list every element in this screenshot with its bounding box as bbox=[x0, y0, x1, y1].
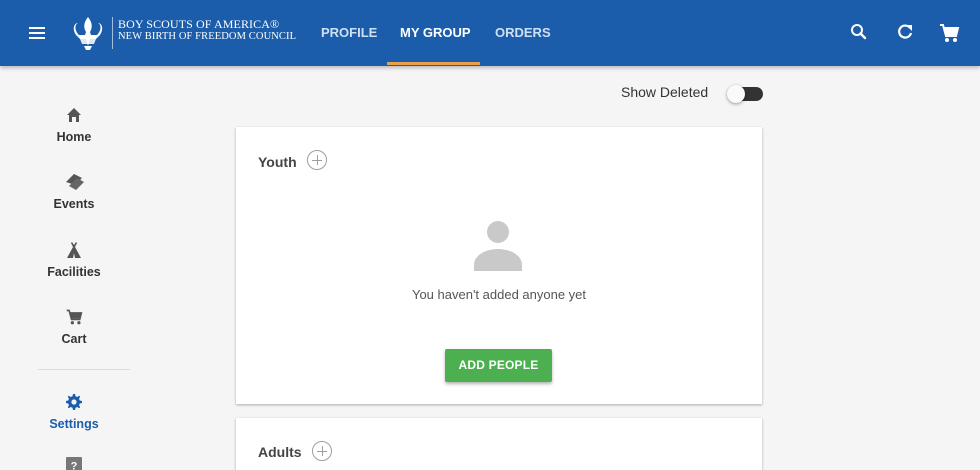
add-people-button[interactable]: ADD PEOPLE bbox=[445, 349, 552, 382]
sidebar-divider bbox=[38, 369, 130, 370]
sidebar-item-help[interactable]: ? bbox=[18, 454, 130, 470]
side-navigation: Home Events Facilities Cart Settings ? bbox=[18, 66, 130, 470]
gear-icon bbox=[18, 391, 130, 413]
sidebar-item-settings[interactable]: Settings bbox=[18, 391, 130, 431]
bsa-fleur-de-lis-logo[interactable] bbox=[68, 13, 108, 53]
tab-orders[interactable]: ORDERS bbox=[495, 0, 551, 66]
home-icon bbox=[18, 104, 130, 126]
help-icon: ? bbox=[18, 454, 130, 470]
sidebar-item-facilities[interactable]: Facilities bbox=[18, 239, 130, 279]
empty-state-text: You haven't added anyone yet bbox=[411, 287, 587, 302]
add-youth-icon[interactable] bbox=[307, 150, 327, 170]
cart-icon[interactable] bbox=[938, 22, 960, 44]
menu-icon[interactable] bbox=[27, 23, 47, 43]
sidebar-item-home[interactable]: Home bbox=[18, 104, 130, 144]
sidebar-item-label: Facilities bbox=[47, 265, 101, 279]
youth-card: Youth You haven't added anyone yet ADD P… bbox=[236, 127, 762, 404]
adults-card: Adults bbox=[236, 418, 762, 470]
show-deleted-label: Show Deleted bbox=[621, 84, 709, 100]
tab-profile[interactable]: PROFILE bbox=[321, 0, 377, 66]
sidebar-item-label: Settings bbox=[49, 417, 99, 431]
brand-line-1: BOY SCOUTS OF AMERICA® bbox=[118, 17, 280, 31]
brand-line-2: NEW BIRTH OF FREEDOM COUNCIL bbox=[118, 31, 297, 42]
brand-title: BOY SCOUTS OF AMERICA® NEW BIRTH OF FREE… bbox=[118, 18, 296, 43]
active-tab-indicator bbox=[387, 62, 480, 65]
cart-icon bbox=[18, 306, 130, 328]
svg-text:?: ? bbox=[71, 461, 78, 470]
adults-card-title: Adults bbox=[258, 444, 302, 460]
sidebar-item-label: Cart bbox=[61, 332, 87, 346]
sidebar-item-events[interactable]: Events bbox=[18, 171, 130, 211]
toggle-knob bbox=[727, 85, 745, 103]
add-adult-icon[interactable] bbox=[312, 441, 332, 461]
sidebar-item-cart[interactable]: Cart bbox=[18, 306, 130, 346]
refresh-icon[interactable] bbox=[895, 22, 917, 44]
tab-my-group[interactable]: MY GROUP bbox=[400, 0, 471, 66]
person-placeholder-icon bbox=[472, 221, 524, 271]
show-deleted-toggle[interactable] bbox=[727, 85, 763, 103]
search-icon[interactable] bbox=[849, 22, 871, 44]
tent-icon bbox=[18, 239, 130, 261]
sidebar-item-label: Events bbox=[53, 197, 95, 211]
top-app-bar: BOY SCOUTS OF AMERICA® NEW BIRTH OF FREE… bbox=[0, 0, 980, 66]
tickets-icon bbox=[18, 171, 130, 193]
youth-card-title: Youth bbox=[258, 154, 297, 170]
sidebar-item-label: Home bbox=[56, 130, 92, 144]
brand-divider bbox=[112, 17, 113, 49]
